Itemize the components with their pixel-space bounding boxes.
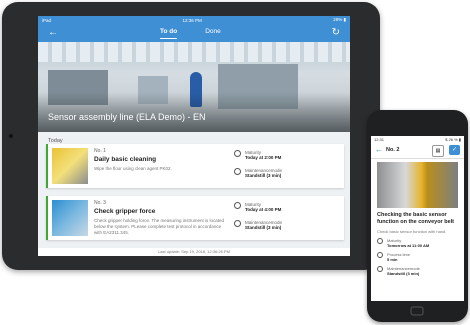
process-value: 5 min [387, 257, 398, 262]
tab-todo[interactable]: To do [160, 28, 178, 39]
comment-icon[interactable]: ▤ [432, 145, 444, 157]
refresh-icon[interactable]: ↻ [332, 27, 340, 38]
hourglass-icon [377, 252, 383, 258]
last-update-footer: Last update: Sep 19, 2018, 12:36:26 PM [38, 248, 350, 256]
task-photo [377, 162, 458, 208]
tab-bar: To do Done [160, 28, 221, 39]
maintenance-icon [234, 220, 241, 227]
clock-icon [377, 238, 383, 244]
task-thumbnail [52, 148, 88, 184]
clock-icon [234, 150, 241, 157]
status-battery: 29% ▮ [333, 17, 346, 22]
task-description: Check gripper holding force. The measuri… [94, 218, 224, 235]
line-title: Sensor assembly line (ELA Demo) - EN [48, 112, 206, 122]
phone-task-description: Check basic sensor function with hand. [377, 229, 447, 234]
maint-value: Standstill (3 min) [245, 173, 282, 178]
home-button-icon[interactable] [409, 306, 425, 316]
tablet-status-bar: iPad 12:36 PM 29% ▮ [38, 16, 350, 24]
maintenance-info: Maintenancemode Standstill (3 min) [234, 220, 282, 230]
maintenance-icon [377, 266, 383, 272]
task-number: No. 1 [94, 148, 106, 154]
maturity-value: Today at 4:00 PM [245, 207, 282, 212]
maintenance-info: Maintenancemode Standstill (3 min) [377, 266, 458, 276]
tab-done[interactable]: Done [205, 28, 221, 39]
task-card[interactable]: No. 3 Check gripper force Check gripper … [46, 196, 344, 240]
maturity-info: Maturity Today at 2:00 PM [234, 150, 281, 160]
hero-ceiling [38, 42, 350, 62]
hero-image: Sensor assembly line (ELA Demo) - EN [38, 42, 350, 132]
checkmark-icon[interactable]: ✓ [449, 145, 460, 155]
phone-task-number: No. 2 [386, 147, 400, 153]
phone-screen: 12:31 $ 26 % ▮ ← No. 2 ▤ ✓ Checking the … [371, 136, 464, 301]
maintenance-icon [234, 168, 241, 175]
maint-value: Standstill (3 min) [245, 225, 282, 230]
back-arrow-icon[interactable]: ← [48, 27, 58, 38]
maturity-value: Today at 2:00 PM [245, 155, 282, 160]
task-thumbnail [52, 200, 88, 236]
tablet-camera [9, 134, 13, 138]
phone-status-battery: $ 26 % ▮ [445, 136, 461, 142]
clock-icon [234, 202, 241, 209]
maturity-info: Maturity Tomorrow at 11:00 AM [377, 238, 458, 248]
task-card[interactable]: No. 1 Daily basic cleaning Wipe the floo… [46, 144, 344, 188]
phone-status-time: 12:31 [374, 136, 385, 142]
maturity-value: Tomorrow at 11:00 AM [387, 243, 430, 248]
phone-device: 12:31 $ 26 % ▮ ← No. 2 ▤ ✓ Checking the … [367, 110, 468, 322]
tablet-nav-bar: ← To do Done ↻ [38, 24, 350, 42]
maint-value: Standstill (3 min) [387, 271, 420, 276]
process-time-info: Process time 5 min [377, 252, 458, 262]
maintenance-info: Maintenancemode Standstill (3 min) [234, 168, 282, 178]
status-time: 12:36 PM [182, 17, 202, 23]
tablet-screen: iPad 12:36 PM 29% ▮ ← To do Done ↻ Senso… [38, 16, 350, 256]
phone-nav-bar: ← No. 2 ▤ ✓ [371, 142, 464, 159]
phone-task-title: Checking the basic sensor function on th… [377, 212, 455, 225]
maturity-info: Maturity Today at 4:00 PM [234, 202, 281, 212]
task-number: No. 3 [94, 200, 106, 206]
task-description: Wipe the floor using clean agent PK02. [94, 166, 172, 171]
back-arrow-icon[interactable]: ← [375, 145, 383, 154]
task-title: Check gripper force [94, 208, 156, 215]
task-title: Daily basic cleaning [94, 156, 157, 163]
tablet-device: iPad 12:36 PM 29% ▮ ← To do Done ↻ Senso… [2, 2, 380, 270]
status-left: iPad [42, 17, 52, 23]
